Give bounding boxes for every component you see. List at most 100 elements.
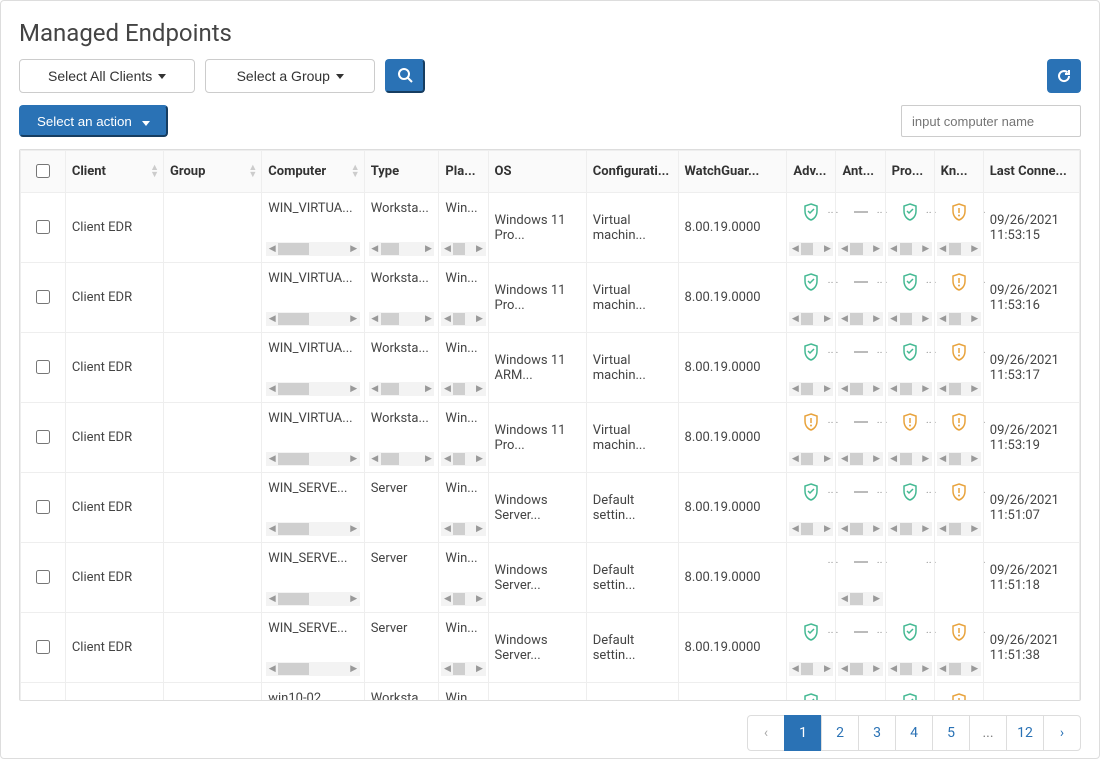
scroll-right-arrow[interactable]: ▶: [871, 664, 883, 674]
scroll-left-arrow[interactable]: ◀: [441, 384, 453, 394]
cell-scrollbar[interactable]: ◀ ▶: [266, 662, 359, 676]
cell-scrollbar[interactable]: ◀ ▶: [838, 592, 882, 606]
scroll-right-arrow[interactable]: ▶: [871, 314, 883, 324]
cell-scrollbar[interactable]: ◀ ▶: [888, 452, 932, 466]
cell-scrollbar[interactable]: ◀ ▶: [838, 312, 882, 326]
table-row[interactable]: Client EDR WIN_SERVE... ◀ ▶ Server Win..…: [21, 613, 1080, 683]
scroll-left-arrow[interactable]: ◀: [888, 244, 900, 254]
scroll-left-arrow[interactable]: ◀: [838, 524, 850, 534]
scroll-right-arrow[interactable]: ▶: [474, 454, 486, 464]
cell-scrollbar[interactable]: ◀ ▶: [789, 522, 833, 536]
cell-scrollbar[interactable]: ◀ ▶: [888, 382, 932, 396]
scroll-left-arrow[interactable]: ◀: [266, 524, 278, 534]
scroll-left-arrow[interactable]: ◀: [789, 384, 801, 394]
page-number[interactable]: 4: [895, 715, 933, 751]
scroll-left-arrow[interactable]: ◀: [789, 314, 801, 324]
scroll-right-arrow[interactable]: ▶: [821, 384, 833, 394]
scroll-left-arrow[interactable]: ◀: [838, 664, 850, 674]
column-header-antivirus[interactable]: Ant...: [836, 151, 885, 193]
column-header-advanced[interactable]: Adv...: [787, 151, 836, 193]
cell-scrollbar[interactable]: ◀ ▶: [888, 662, 932, 676]
table-row[interactable]: Client EDR WIN_VIRTUA... ◀ ▶ Worksta... …: [21, 193, 1080, 263]
cell-scrollbar[interactable]: ◀ ▶: [937, 662, 981, 676]
scroll-left-arrow[interactable]: ◀: [789, 664, 801, 674]
scroll-left-arrow[interactable]: ◀: [789, 524, 801, 534]
select-all-checkbox[interactable]: [36, 164, 50, 178]
cell-scrollbar[interactable]: ◀ ▶: [441, 242, 485, 256]
cell-scrollbar[interactable]: ◀ ▶: [441, 382, 485, 396]
cell-scrollbar[interactable]: ◀ ▶: [441, 522, 485, 536]
cell-scrollbar[interactable]: ◀ ▶: [838, 242, 882, 256]
scroll-right-arrow[interactable]: ▶: [474, 594, 486, 604]
cell-scrollbar[interactable]: ◀ ▶: [789, 452, 833, 466]
scroll-right-arrow[interactable]: ▶: [348, 314, 360, 324]
scroll-right-arrow[interactable]: ▶: [920, 454, 932, 464]
cell-scrollbar[interactable]: ◀ ▶: [266, 242, 359, 256]
column-header-knowledge[interactable]: Kn...: [934, 151, 983, 193]
cell-scrollbar[interactable]: ◀ ▶: [441, 452, 485, 466]
scroll-right-arrow[interactable]: ▶: [348, 664, 360, 674]
page-number[interactable]: 12: [1006, 715, 1044, 751]
column-header-computer[interactable]: Computer▲▼: [262, 151, 364, 193]
scroll-left-arrow[interactable]: ◀: [888, 454, 900, 464]
table-row[interactable]: Client EDR WIN_SERVE... ◀ ▶ Server Win..…: [21, 543, 1080, 613]
row-checkbox[interactable]: [36, 360, 50, 374]
scroll-right-arrow[interactable]: ▶: [871, 524, 883, 534]
cell-scrollbar[interactable]: ◀ ▶: [888, 312, 932, 326]
scroll-left-arrow[interactable]: ◀: [441, 524, 453, 534]
cell-scrollbar[interactable]: ◀ ▶: [441, 662, 485, 676]
cell-scrollbar[interactable]: ◀ ▶: [266, 452, 359, 466]
scroll-right-arrow[interactable]: ▶: [474, 384, 486, 394]
scroll-right-arrow[interactable]: ▶: [969, 244, 981, 254]
endpoints-table-scroll[interactable]: Client▲▼ Group▲▼ Computer▲▼ Type Pla... …: [20, 150, 1080, 700]
scroll-left-arrow[interactable]: ◀: [838, 384, 850, 394]
column-header-group[interactable]: Group▲▼: [164, 151, 262, 193]
scroll-left-arrow[interactable]: ◀: [838, 314, 850, 324]
scroll-right-arrow[interactable]: ▶: [422, 384, 434, 394]
scroll-left-arrow[interactable]: ◀: [838, 454, 850, 464]
cell-scrollbar[interactable]: ◀ ▶: [937, 452, 981, 466]
scroll-left-arrow[interactable]: ◀: [838, 244, 850, 254]
scroll-left-arrow[interactable]: ◀: [266, 384, 278, 394]
table-row[interactable]: Client EDR WIN_VIRTUA... ◀ ▶ Worksta... …: [21, 333, 1080, 403]
scroll-right-arrow[interactable]: ▶: [821, 454, 833, 464]
column-header-client[interactable]: Client▲▼: [65, 151, 163, 193]
cell-scrollbar[interactable]: ◀ ▶: [838, 452, 882, 466]
scroll-right-arrow[interactable]: ▶: [920, 664, 932, 674]
scroll-right-arrow[interactable]: ▶: [474, 314, 486, 324]
scroll-right-arrow[interactable]: ▶: [821, 314, 833, 324]
scroll-left-arrow[interactable]: ◀: [369, 384, 381, 394]
cell-scrollbar[interactable]: ◀ ▶: [266, 312, 359, 326]
cell-scrollbar[interactable]: ◀ ▶: [937, 312, 981, 326]
scroll-left-arrow[interactable]: ◀: [441, 594, 453, 604]
scroll-right-arrow[interactable]: ▶: [348, 524, 360, 534]
page-prev[interactable]: ‹: [747, 715, 785, 751]
table-row[interactable]: Client EDR WIN_VIRTUA... ◀ ▶ Worksta... …: [21, 263, 1080, 333]
cell-scrollbar[interactable]: ◀ ▶: [369, 312, 435, 326]
column-header-last-connection[interactable]: Last Conne...: [983, 151, 1079, 193]
scroll-right-arrow[interactable]: ▶: [821, 244, 833, 254]
cell-scrollbar[interactable]: ◀ ▶: [789, 312, 833, 326]
column-header-version[interactable]: WatchGuar...: [678, 151, 787, 193]
scroll-right-arrow[interactable]: ▶: [474, 524, 486, 534]
scroll-right-arrow[interactable]: ▶: [969, 454, 981, 464]
scroll-right-arrow[interactable]: ▶: [348, 454, 360, 464]
page-next[interactable]: ›: [1043, 715, 1081, 751]
refresh-button[interactable]: [1047, 59, 1081, 93]
scroll-right-arrow[interactable]: ▶: [422, 314, 434, 324]
cell-scrollbar[interactable]: ◀ ▶: [266, 522, 359, 536]
computer-name-search-input[interactable]: [901, 105, 1081, 137]
scroll-left-arrow[interactable]: ◀: [937, 244, 949, 254]
scroll-right-arrow[interactable]: ▶: [422, 454, 434, 464]
search-button[interactable]: [385, 59, 425, 93]
scroll-left-arrow[interactable]: ◀: [888, 314, 900, 324]
select-action-dropdown[interactable]: Select an action: [19, 105, 168, 137]
scroll-left-arrow[interactable]: ◀: [888, 384, 900, 394]
column-header-checkbox[interactable]: [21, 151, 66, 193]
scroll-left-arrow[interactable]: ◀: [266, 594, 278, 604]
cell-scrollbar[interactable]: ◀ ▶: [838, 522, 882, 536]
cell-scrollbar[interactable]: ◀ ▶: [369, 452, 435, 466]
scroll-right-arrow[interactable]: ▶: [871, 594, 883, 604]
scroll-right-arrow[interactable]: ▶: [348, 594, 360, 604]
row-checkbox[interactable]: [36, 500, 50, 514]
